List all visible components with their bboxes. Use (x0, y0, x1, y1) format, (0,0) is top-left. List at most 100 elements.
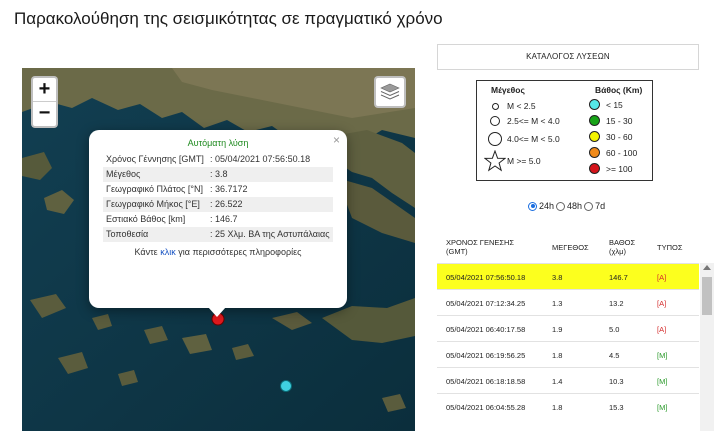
cell-type: [M] (657, 351, 668, 360)
event-popup: × Αυτόματη λύση Χρόνος Γέννησης [GMT]: 0… (89, 130, 347, 317)
popup-field-value: : 25 Χλμ. ΒΑ της Αστυπάλαιας (207, 227, 333, 242)
legend-depth-row: >= 100 (589, 163, 632, 174)
popup-fields: Χρόνος Γέννησης [GMT]: 05/04/2021 07:56:… (103, 152, 333, 242)
popup-more-link[interactable]: κλικ (160, 247, 176, 257)
legend-magnitude-row: 4.0<= M < 5.0 (483, 132, 560, 146)
radio-48h[interactable] (556, 201, 566, 211)
layers-button[interactable] (374, 76, 406, 108)
cell-depth: 146.7 (609, 273, 628, 282)
table-row[interactable]: 05/04/2021 06:19:56.25 1.8 4.5 [M] (437, 341, 699, 367)
table-row[interactable]: 05/04/2021 07:56:50.18 3.8 146.7 [A] (437, 263, 699, 289)
popup-field-row: Γεωγραφικό Μήκος [°E]: 26.522 (103, 197, 333, 212)
legend-magnitude-label: 2.5<= M < 4.0 (507, 116, 560, 126)
cell-magnitude: 1.4 (552, 377, 563, 386)
legend-depth-label: < 15 (606, 99, 623, 110)
cell-magnitude: 1.3 (552, 299, 563, 308)
cell-type: [A] (657, 299, 667, 308)
table-row[interactable]: 05/04/2021 06:04:55.28 1.8 15.3 [M] (437, 393, 699, 419)
cell-time: 05/04/2021 06:18:18.58 (446, 377, 526, 386)
scrollbar-thumb[interactable] (702, 277, 712, 315)
popup-more-prefix: Κάντε (134, 247, 158, 257)
popup-field-row: Τοποθεσία: 25 Χλμ. ΒΑ της Αστυπάλαιας (103, 227, 333, 242)
table-scrollbar[interactable] (700, 263, 714, 431)
legend-depth-row: < 15 (589, 99, 623, 110)
legend-depth-row: 30 - 60 (589, 131, 632, 142)
col-header-depth: ΒΑΘΟΣ (χλμ) (609, 238, 636, 256)
popup-title: Αυτόματη λύση (187, 138, 249, 148)
zoom-control: + − (31, 76, 58, 128)
radio-7d[interactable] (584, 201, 594, 211)
zoom-out-button[interactable]: − (33, 102, 56, 126)
scroll-up-arrow-icon[interactable] (703, 265, 711, 270)
table-row[interactable]: 05/04/2021 06:40:17.58 1.9 5.0 [A] (437, 315, 699, 341)
legend-depth-row: 60 - 100 (589, 147, 637, 158)
cell-time: 05/04/2021 06:40:17.58 (446, 325, 526, 334)
popup-field-key: Γεωγραφικό Πλάτος [°N] (106, 184, 203, 194)
page-title: Παρακολούθηση της σεισμικότητας σε πραγμ… (14, 9, 443, 28)
legend-depth-label: >= 100 (606, 163, 633, 174)
legend-magnitude-row: M >= 5.0 (483, 150, 541, 172)
popup-field-key: Χρόνος Γέννησης [GMT] (106, 154, 204, 164)
magnitude-medium-circle-icon (490, 116, 500, 126)
map[interactable]: + − × Αυτόματη λύση Χρόνος Γέννησης [GMT… (22, 68, 415, 431)
legend-magnitude-row: M < 2.5 (483, 101, 536, 111)
cell-magnitude: 3.8 (552, 273, 563, 282)
popup-field-row: Μέγεθος: 3.8 (103, 167, 333, 182)
magnitude-small-circle-icon (491, 102, 499, 110)
cell-type: [A] (657, 325, 667, 334)
popup-field-value: : 36.7172 (210, 184, 248, 194)
event-marker-cyan[interactable] (280, 380, 292, 392)
cell-type: [M] (657, 377, 668, 386)
cell-magnitude: 1.8 (552, 351, 563, 360)
depth-color-swatch (589, 147, 600, 158)
popup-field-value: : 146.7 (210, 214, 238, 224)
cell-type: [M] (657, 403, 668, 412)
cell-magnitude: 1.8 (552, 403, 563, 412)
popup-field-key: Μέγεθος (103, 167, 207, 182)
solutions-list-header: ΚΑΤΑΛΟΓΟΣ ΛΥΣΕΩΝ (437, 44, 699, 70)
popup-field-value: : 26.522 (207, 197, 333, 212)
cell-time: 05/04/2021 06:19:56.25 (446, 351, 526, 360)
col-header-time: ΧΡΟΝΟΣ ΓΕΝΕΣΗΣ (GMT) (446, 238, 515, 256)
legend-magnitude-label: M < 2.5 (507, 101, 536, 111)
table-rows: 05/04/2021 07:56:50.18 3.8 146.7 [A] 05/… (437, 263, 699, 419)
radio-24h[interactable] (528, 201, 537, 211)
layers-icon (380, 83, 400, 100)
depth-color-swatch (589, 163, 600, 174)
depth-color-swatch (589, 99, 600, 110)
popup-more-info: Κάντε κλικ για περισσότερες πληροφορίες (103, 247, 333, 257)
popup-field-row: Γεωγραφικό Πλάτος [°N] : 36.7172 (103, 182, 333, 197)
table-row[interactable]: 05/04/2021 07:12:34.25 1.3 13.2 [A] (437, 289, 699, 315)
depth-color-swatch (589, 115, 600, 126)
cell-time: 05/04/2021 07:56:50.18 (446, 273, 526, 282)
legend-depth-label: 30 - 60 (606, 131, 633, 142)
cell-depth: 15.3 (609, 403, 624, 412)
zoom-in-button[interactable]: + (33, 78, 56, 102)
popup-field-key: Εστιακό Βάθος [km] (106, 214, 186, 224)
period-label: 24h (539, 201, 555, 211)
cell-depth: 10.3 (609, 377, 624, 386)
popup-more-suffix: για περισσότερες πληροφορίες (178, 247, 302, 257)
legend-magnitude-row: 2.5<= M < 4.0 (483, 116, 560, 126)
cell-depth: 5.0 (609, 325, 620, 334)
cell-time: 05/04/2021 06:04:55.28 (446, 403, 526, 412)
period-label: 48h (567, 201, 583, 211)
popup-close-button[interactable]: × (333, 133, 340, 147)
events-table: ΧΡΟΝΟΣ ΓΕΝΕΣΗΣ (GMT) ΜΕΓΕΘΟΣ ΒΑΘΟΣ (χλμ)… (437, 228, 714, 431)
period-label: 7d (595, 201, 606, 211)
legend-magnitude-title: Μέγεθος (491, 85, 525, 95)
cell-type: [A] (657, 273, 667, 282)
period-option-48h[interactable]: 48h (556, 201, 582, 211)
legend-magnitude-label: M >= 5.0 (507, 156, 541, 166)
period-option-24h[interactable]: 24h (528, 201, 554, 211)
table-row[interactable]: 05/04/2021 06:18:18.58 1.4 10.3 [M] (437, 367, 699, 393)
depth-color-swatch (589, 131, 600, 142)
magnitude-large-circle-icon (488, 132, 502, 146)
cell-depth: 4.5 (609, 351, 620, 360)
legend: Μέγεθος Βάθος (Km) M < 2.5 2.5<= M < 4.0… (476, 80, 653, 181)
period-option-7d[interactable]: 7d (584, 201, 605, 211)
popup-field-key: Τοποθεσία (103, 227, 207, 242)
cell-depth: 13.2 (609, 299, 624, 308)
popup-field-key: Γεωγραφικό Μήκος [°E] (103, 197, 207, 212)
popup-field-row: Χρόνος Γέννησης [GMT]: 05/04/2021 07:56:… (103, 152, 333, 167)
